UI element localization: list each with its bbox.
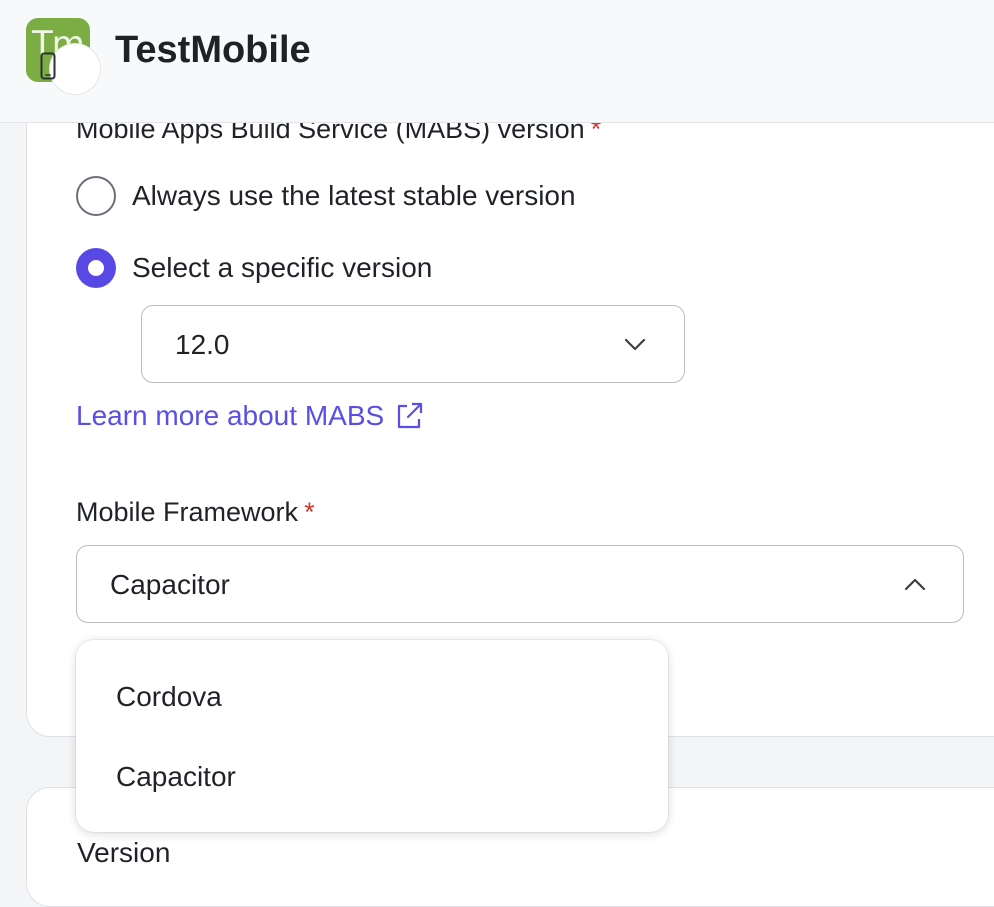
mabs-version-select[interactable]: 12.0 (141, 305, 685, 383)
app-logo-badge (50, 44, 100, 94)
radio-specific-version[interactable]: Select a specific version (76, 247, 432, 289)
radio-specific-version-label: Select a specific version (132, 252, 433, 283)
radio-latest-stable-label: Always use the latest stable version (132, 180, 576, 211)
mobile-framework-select[interactable]: Capacitor (76, 545, 964, 623)
radio-button-unchecked[interactable] (76, 176, 116, 216)
dropdown-option-capacitor[interactable]: Capacitor (116, 757, 236, 797)
chevron-down-icon (624, 338, 646, 351)
app-header: Tm TestMobile (0, 0, 994, 123)
learn-more-mabs-text: Learn more about MABS (76, 400, 385, 431)
chevron-up-icon (904, 578, 926, 591)
app-title: TestMobile (115, 29, 311, 71)
dropdown-option-cordova[interactable]: Cordova (116, 677, 222, 717)
mobile-phone-icon (40, 52, 56, 80)
framework-dropdown-menu: Cordova Capacitor (76, 640, 668, 832)
app-logo: Tm (26, 18, 100, 94)
version-card-heading: Version (77, 837, 171, 868)
framework-required-mark: * (304, 497, 315, 527)
mabs-version-value: 12.0 (175, 329, 230, 360)
mobile-framework-label-text: Mobile Framework (76, 497, 299, 527)
radio-latest-stable-version[interactable]: Always use the latest stable version (76, 175, 576, 217)
external-link-icon (398, 402, 423, 429)
radio-button-checked[interactable] (76, 248, 116, 288)
mobile-framework-label: Mobile Framework * (76, 494, 315, 530)
learn-more-mabs-link[interactable]: Learn more about MABS (76, 396, 424, 436)
mobile-framework-value: Capacitor (110, 569, 230, 600)
